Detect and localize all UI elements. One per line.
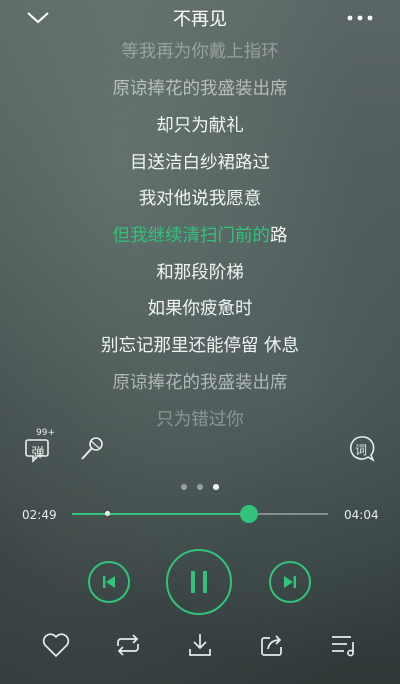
- lyric-line: 却只为献礼: [156, 116, 244, 136]
- lyric-sung-part: 但我继续清扫门前的: [112, 226, 271, 246]
- total-time: 04:04: [344, 508, 379, 522]
- song-title: 不再见: [173, 9, 227, 30]
- lyric-line: 原谅捧花的我盛装出席: [112, 373, 288, 393]
- buffer-marker: [105, 511, 111, 516]
- danmu-count-badge: 99+: [36, 428, 55, 438]
- lyric-line: 等我再为你戴上指环: [121, 42, 279, 62]
- next-button[interactable]: [269, 561, 311, 603]
- progress-fill: [72, 513, 250, 515]
- page-dot[interactable]: [197, 484, 203, 490]
- pause-button[interactable]: [166, 549, 232, 615]
- pause-icon: [191, 571, 207, 593]
- lyric-line: 和那段阶梯: [156, 263, 244, 283]
- elapsed-time: 02:49: [22, 508, 57, 522]
- next-icon: [284, 576, 296, 588]
- lyric-line: 我对他说我愿意: [138, 189, 262, 209]
- lyric-line-current: 但我继续清扫门前的路: [0, 222, 400, 247]
- download-icon[interactable]: [184, 629, 216, 661]
- lyric-line: 目送洁白纱裙路过: [130, 153, 270, 173]
- progress-thumb[interactable]: [240, 505, 259, 523]
- header: 不再见: [0, 0, 400, 36]
- danmu-label: 弹: [31, 446, 45, 461]
- prev-icon: [103, 576, 115, 588]
- page-dot-active[interactable]: [213, 484, 219, 490]
- heart-icon[interactable]: [40, 629, 72, 661]
- repeat-icon[interactable]: [112, 629, 144, 661]
- playlist-icon[interactable]: [328, 629, 360, 661]
- previous-button[interactable]: [88, 561, 130, 603]
- lyric-line: 只为错过你: [156, 410, 244, 428]
- microphone-icon[interactable]: [78, 435, 106, 463]
- lyric-settings-icon[interactable]: 词: [346, 434, 376, 464]
- lyric-settings-label: 词: [354, 443, 367, 457]
- lyrics-panel[interactable]: 等我再为你戴上指环 原谅捧花的我盛装出席 却只为献礼 目送洁白纱裙路过 我对他说…: [0, 38, 400, 428]
- lyric-unsung-part: 路: [270, 226, 288, 246]
- lyric-line: 别忘记那里还能停留 休息: [100, 336, 300, 356]
- lyric-line: 原谅捧花的我盛装出席: [112, 79, 288, 99]
- more-icon[interactable]: [346, 6, 374, 30]
- page-dot[interactable]: [181, 484, 187, 490]
- lyric-line: 如果你疲惫时: [147, 299, 253, 319]
- share-icon[interactable]: [256, 629, 288, 661]
